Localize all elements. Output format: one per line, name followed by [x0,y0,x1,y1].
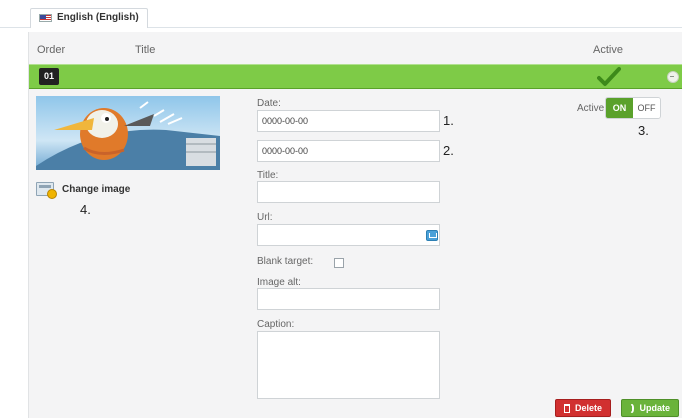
change-image-icon [36,182,57,199]
uk-flag-icon [39,14,52,22]
delete-label: Delete [574,403,602,413]
active-label: Active: [577,103,608,114]
active-column-header: Active [593,44,623,56]
annotation-1: 1. [443,113,454,128]
annotation-4: 4. [80,202,91,217]
change-image-label: Change image [62,183,131,195]
order-badge: 01 [39,68,59,85]
language-tab-bar: English (English) [0,0,682,28]
slide-row-bar[interactable]: 01 [29,64,682,89]
image-alt-input[interactable] [257,288,440,310]
trash-icon [564,403,570,413]
language-tab-english[interactable]: English (English) [30,8,148,28]
url-label: Url: [257,212,273,223]
date-from-input[interactable] [257,110,440,132]
url-input[interactable] [257,224,440,246]
title-column-header: Title [135,44,156,56]
update-button[interactable]: Update [621,399,679,417]
language-tab-label: English (English) [57,12,139,23]
refresh-icon [630,403,635,413]
blank-target-checkbox[interactable] [334,258,344,268]
update-label: Update [639,403,670,413]
title-label: Title: [257,170,279,181]
annotation-3: 3. [638,123,649,138]
green-checkmark-icon [597,67,621,86]
change-image-button[interactable]: Change image [36,182,131,199]
title-input[interactable] [257,181,440,203]
collapse-icon[interactable] [667,71,679,83]
toggle-on-option[interactable]: ON [606,98,633,118]
annotation-2: 2. [443,143,454,158]
caption-label: Caption: [257,319,295,330]
table-header: Order Title Active [29,32,682,64]
blank-target-label: Blank target: [257,256,314,267]
active-toggle[interactable]: ON OFF [605,97,661,119]
delete-button[interactable]: Delete [555,399,611,417]
caption-textarea[interactable] [257,331,440,399]
link-browse-icon[interactable] [426,230,438,241]
order-column-header: Order [37,44,66,56]
slide-thumbnail-image [36,96,220,170]
date-label: Date: [257,98,281,109]
image-alt-label: Image alt: [257,277,301,288]
date-to-input[interactable] [257,140,440,162]
toggle-off-option[interactable]: OFF [633,98,660,118]
